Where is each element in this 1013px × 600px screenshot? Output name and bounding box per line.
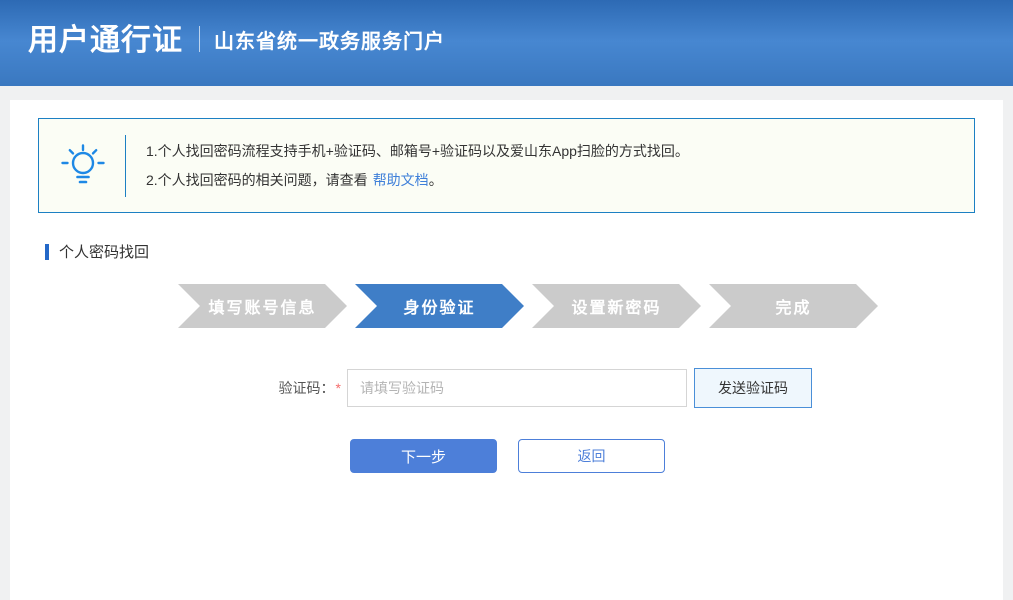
verification-code-input[interactable]: [347, 369, 687, 407]
notice-divider: [125, 135, 126, 197]
back-button[interactable]: 返回: [518, 439, 665, 473]
actions-row: 下一步 返回: [350, 439, 1003, 473]
label-text: 验证码：: [279, 380, 335, 396]
section-title-row: 个人密码找回: [45, 241, 1003, 262]
next-step-button[interactable]: 下一步: [350, 439, 497, 473]
header-divider: [199, 26, 200, 52]
verification-code-row: 验证码：* 发送验证码: [250, 368, 1003, 408]
notice-line-1: 1.个人找回密码流程支持手机+验证码、邮箱号+验证码以及爱山东App扫脸的方式找…: [146, 137, 689, 166]
help-doc-link[interactable]: 帮助文档: [373, 172, 429, 188]
step-set-new-password: 设置新密码: [532, 284, 701, 328]
notice-line-2: 2.个人找回密码的相关问题，请查看帮助文档。: [146, 166, 689, 195]
stepper: 填写账号信息 身份验证 设置新密码 完成: [178, 284, 1003, 328]
app-title: 用户通行证: [28, 15, 183, 59]
lightbulb-icon: [57, 143, 109, 189]
portal-subtitle: 山东省统一政务服务门户: [214, 25, 445, 54]
required-asterisk: *: [336, 380, 341, 396]
main-panel: 1.个人找回密码流程支持手机+验证码、邮箱号+验证码以及爱山东App扫脸的方式找…: [10, 100, 1003, 600]
section-bar: [45, 244, 49, 260]
step-identity-verification: 身份验证: [355, 284, 524, 328]
send-code-button[interactable]: 发送验证码: [694, 368, 812, 408]
notice-box: 1.个人找回密码流程支持手机+验证码、邮箱号+验证码以及爱山东App扫脸的方式找…: [38, 118, 975, 213]
notice-line-2-text: 2.个人找回密码的相关问题，请查看: [146, 172, 368, 188]
step-fill-account-info: 填写账号信息: [178, 284, 347, 328]
header: 用户通行证 山东省统一政务服务门户: [0, 0, 1013, 86]
notice-line-2-suffix: 。: [429, 172, 443, 188]
step-complete: 完成: [709, 284, 878, 328]
page-title: 个人密码找回: [59, 241, 149, 262]
verification-code-label: 验证码：*: [250, 378, 341, 398]
notice-text: 1.个人找回密码流程支持手机+验证码、邮箱号+验证码以及爱山东App扫脸的方式找…: [146, 137, 689, 195]
